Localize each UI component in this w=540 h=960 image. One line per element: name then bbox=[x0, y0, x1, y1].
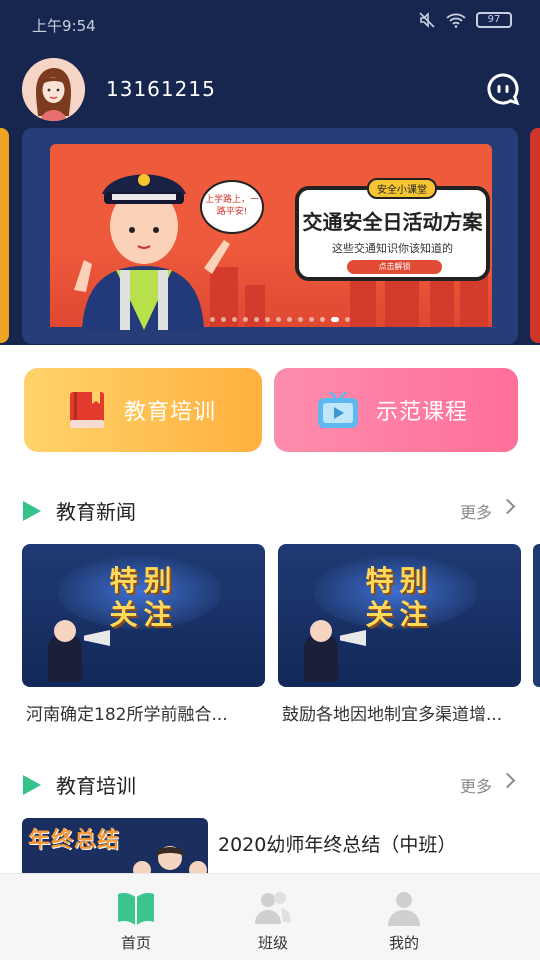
book-icon bbox=[118, 893, 154, 925]
carousel-dot bbox=[320, 317, 325, 322]
carousel-dot bbox=[276, 317, 281, 322]
status-icons: 97 bbox=[418, 12, 512, 28]
demo-course-button[interactable]: 示范课程 bbox=[274, 368, 518, 452]
card-image-text-line1: 特别 bbox=[109, 564, 178, 597]
news-section-header: 教育新闻 更多 bbox=[0, 489, 540, 529]
carousel-dot bbox=[232, 317, 237, 322]
tab-profile-label: 我的 bbox=[388, 934, 419, 952]
person-head bbox=[310, 620, 332, 642]
news-card-image[interactable]: 特别 关注 bbox=[278, 544, 521, 687]
section-marker-icon bbox=[23, 501, 41, 521]
chat-icon bbox=[487, 73, 520, 106]
training-item-title[interactable]: 2020幼师年终总结（中班） bbox=[218, 830, 456, 857]
people-icon bbox=[255, 892, 291, 924]
carousel-dot bbox=[345, 317, 350, 322]
thumbnail-text: 年终总结 bbox=[28, 828, 121, 853]
carousel-dot-active bbox=[331, 317, 339, 322]
carousel-dot bbox=[298, 317, 303, 322]
mute-icon bbox=[419, 12, 435, 28]
banner-board: 安全小课堂 交通安全日活动方案 这些交通知识你该知道的 点击解锁 bbox=[295, 178, 490, 281]
tab-class-label: 班级 bbox=[257, 934, 288, 952]
news-card-image[interactable]: 特别 关注 bbox=[22, 544, 265, 687]
tv-play-icon bbox=[318, 391, 358, 428]
person-head bbox=[54, 620, 76, 642]
chevron-right-icon[interactable] bbox=[499, 772, 516, 789]
megaphone-icon bbox=[84, 630, 110, 646]
carousel-dot bbox=[243, 317, 248, 322]
training-section-title: 教育培训 bbox=[56, 774, 136, 798]
carousel-dot bbox=[309, 317, 314, 322]
banner-slide[interactable]: 上学路上，一路平安! 安全小课堂 交通安全日活动方案 这些交通知识你该知道的 点… bbox=[50, 144, 492, 330]
tab-profile[interactable]: 我的 bbox=[359, 874, 449, 960]
carousel-dot bbox=[221, 317, 226, 322]
avatar[interactable] bbox=[22, 58, 85, 121]
wifi-icon bbox=[446, 13, 466, 28]
education-training-label: 教育培训 bbox=[124, 400, 217, 425]
tab-home[interactable]: 首页 bbox=[91, 874, 181, 960]
carousel-dot bbox=[287, 317, 292, 322]
status-bar: 上午9:54 97 bbox=[0, 0, 540, 48]
tab-class[interactable]: 班级 bbox=[228, 874, 318, 960]
banner-carousel[interactable]: 上学路上，一路平安! 安全小课堂 交通安全日活动方案 这些交通知识你该知道的 点… bbox=[22, 128, 518, 344]
banner-prev-peek[interactable] bbox=[0, 128, 9, 343]
book-icon bbox=[70, 392, 104, 428]
card-image-text-line1: 特别 bbox=[365, 564, 434, 597]
username: 13161215 bbox=[106, 77, 216, 101]
carousel-dot bbox=[265, 317, 270, 322]
news-item-title[interactable]: 鼓励各地因地制宜多渠道增... bbox=[282, 700, 525, 725]
banner-tag: 安全小课堂 bbox=[367, 178, 437, 199]
battery-indicator: 97 bbox=[476, 12, 512, 28]
police-illustration bbox=[74, 174, 230, 330]
user-icon bbox=[388, 892, 420, 926]
training-more-link[interactable]: 更多 bbox=[460, 773, 492, 797]
speech-bubble: 上学路上，一路平安! bbox=[200, 180, 264, 234]
carousel-dot bbox=[210, 317, 215, 322]
news-card-peek[interactable] bbox=[533, 544, 540, 687]
carousel-indicator bbox=[210, 317, 350, 322]
message-button[interactable] bbox=[486, 72, 520, 106]
banner-title: 交通安全日活动方案 bbox=[302, 210, 483, 234]
bottom-tab-bar: 首页 班级 我的 bbox=[0, 873, 540, 960]
megaphone-icon bbox=[340, 630, 366, 646]
news-section-title: 教育新闻 bbox=[56, 500, 136, 524]
demo-course-label: 示范课程 bbox=[376, 400, 469, 425]
news-item-title[interactable]: 河南确定182所学前融合... bbox=[26, 700, 269, 725]
section-marker-icon bbox=[23, 775, 41, 795]
carousel-dot bbox=[254, 317, 259, 322]
banner-subtitle: 这些交通知识你该知道的 bbox=[332, 242, 453, 255]
banner-unlock-button[interactable]: 点击解锁 bbox=[347, 260, 442, 274]
chevron-right-icon[interactable] bbox=[499, 498, 516, 515]
education-training-button[interactable]: 教育培训 bbox=[24, 368, 262, 452]
tab-home-label: 首页 bbox=[120, 934, 151, 952]
status-time: 上午9:54 bbox=[32, 17, 96, 35]
training-item-thumbnail[interactable]: 年终总结 bbox=[22, 818, 208, 878]
training-section-header: 教育培训 更多 bbox=[0, 763, 540, 803]
news-more-link[interactable]: 更多 bbox=[460, 499, 492, 523]
banner-next-peek[interactable] bbox=[530, 128, 540, 343]
